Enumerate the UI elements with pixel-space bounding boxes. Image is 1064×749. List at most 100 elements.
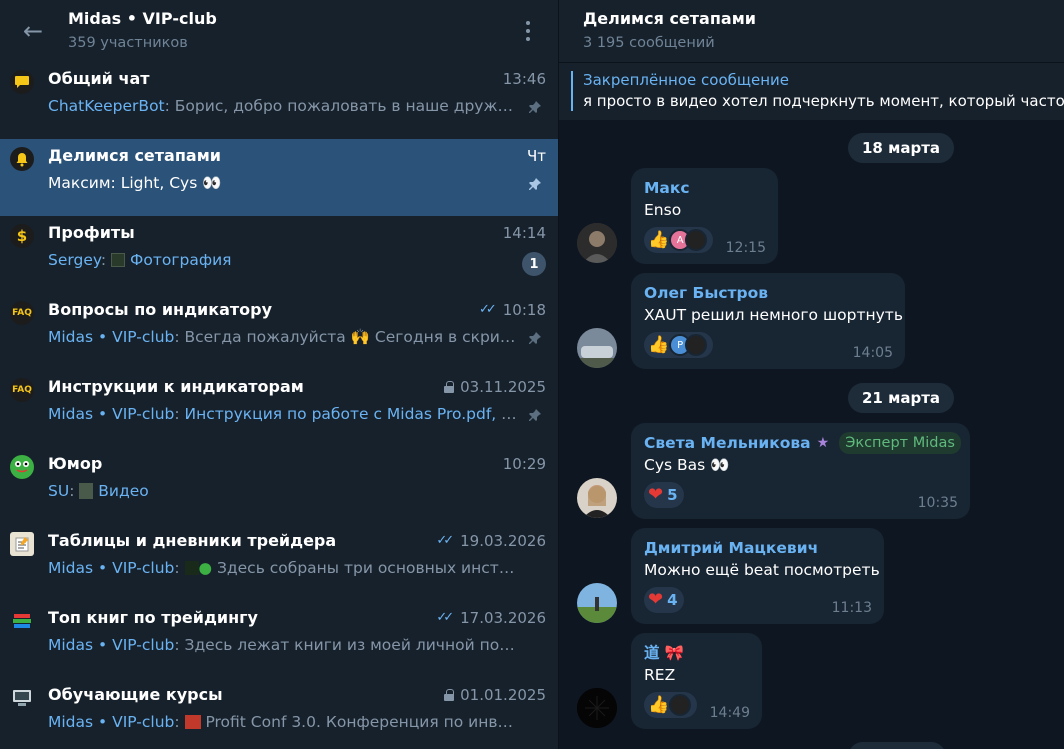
- chat-header[interactable]: Делимся сетапами 3 195 сообщений: [559, 0, 1064, 62]
- memo-icon: [10, 532, 34, 556]
- read-checks-icon: ✓✓: [478, 302, 497, 317]
- group-header: ← Midas • VIP-club 359 участников: [0, 0, 558, 62]
- pinned-message-bar[interactable]: Закреплённое сообщение я просто в видео …: [559, 62, 1064, 120]
- topic-item-indicator-questions[interactable]: FAQ Вопросы по индикатору ✓✓ 10:18 Midas …: [0, 293, 558, 370]
- message-bubble[interactable]: 道 🎀 REZ 👍 14:49: [631, 633, 762, 729]
- message-time: 14:49: [709, 705, 750, 721]
- date-separator: 18 марта: [848, 133, 955, 163]
- thumbs-up-icon: 👍: [648, 695, 670, 715]
- chat-panel: Делимся сетапами 3 195 сообщений Закрепл…: [559, 0, 1064, 749]
- topic-item-general[interactable]: Общий чат 13:46 ChatKeeperBot: Борис, до…: [0, 62, 558, 139]
- lock-icon: [444, 381, 455, 393]
- pinned-message-text: я просто в видео хотел подчеркнуть момен…: [583, 92, 1064, 110]
- reaction-count: 4: [667, 591, 678, 609]
- heart-icon: ❤: [648, 589, 664, 610]
- avatar[interactable]: [577, 478, 617, 518]
- avatar[interactable]: [577, 223, 617, 263]
- message-author[interactable]: Олег Быстров: [644, 282, 892, 304]
- topic-name: Обучающие курсы: [48, 685, 223, 704]
- topic-time: ✓✓ 17.03.2026: [436, 609, 546, 627]
- topic-preview: Максим: Light, Cys 👀: [48, 174, 222, 192]
- message-bubble[interactable]: Дмитрий Мацкевич Можно ещё beat посмотре…: [631, 528, 884, 624]
- topic-item-humor[interactable]: Юмор 10:29 SU: Видео: [0, 447, 558, 524]
- read-checks-icon: ✓✓: [436, 610, 454, 625]
- faq-icon: FAQ: [10, 301, 34, 325]
- premium-star-icon: ★: [816, 435, 830, 451]
- pin-icon: [528, 408, 542, 422]
- topic-time: 13:46: [502, 70, 546, 88]
- topic-item-tables[interactable]: Таблицы и дневники трейдера ✓✓ 19.03.2026…: [0, 524, 558, 601]
- message-bubble[interactable]: Света Мельникова ★ Эксперт Midas Cys Bas…: [631, 423, 970, 519]
- app-window: ← Midas • VIP-club 359 участников Общий …: [0, 0, 1064, 749]
- reaction-pill[interactable]: 👍 P: [644, 332, 714, 358]
- topic-time: ✓✓ 10:18: [478, 301, 546, 319]
- avatar[interactable]: [577, 688, 617, 728]
- topic-preview: Midas • VIP-club: Инструкция по работе с…: [48, 405, 518, 423]
- topic-preview: Midas • VIP-club: Всегда пожалуйста 🙌 Се…: [48, 328, 518, 346]
- thumbs-up-icon: 👍: [648, 230, 670, 250]
- reaction-bar[interactable]: ❤ 5: [644, 482, 957, 508]
- topic-time: 03.11.2025: [444, 377, 546, 397]
- message-time: 11:13: [831, 600, 872, 616]
- topic-time: 14:14: [502, 224, 546, 242]
- group-title: Midas • VIP-club: [68, 9, 217, 28]
- message-author[interactable]: Макс: [644, 177, 765, 199]
- message-time: 10:35: [917, 495, 958, 511]
- topic-time: ✓✓ 19.03.2026: [436, 532, 546, 550]
- avatar[interactable]: [577, 328, 617, 368]
- calendar-emoji-icon: [184, 715, 201, 729]
- topic-time: 01.01.2025: [444, 685, 546, 705]
- heart-icon: ❤: [648, 484, 664, 505]
- bell-icon: [10, 147, 34, 171]
- topic-preview: Sergey: Фотография: [48, 251, 232, 269]
- topic-name: Вопросы по индикатору: [48, 300, 273, 319]
- pin-icon: [528, 331, 542, 345]
- reaction-pill[interactable]: ❤ 4: [644, 587, 684, 613]
- topic-item-courses[interactable]: Обучающие курсы 01.01.2025 Midas • VIP-c…: [0, 678, 558, 749]
- message-time: 12:15: [725, 240, 766, 256]
- group-member-count: 359 участников: [68, 35, 188, 51]
- faq-icon: FAQ: [10, 378, 34, 402]
- topic-item-indicator-instructions[interactable]: FAQ Инструкции к индикаторам 03.11.2025 …: [0, 370, 558, 447]
- date-separator-partial: [848, 742, 946, 749]
- reaction-pill[interactable]: ❤ 5: [644, 482, 684, 508]
- topic-name: Топ книг по трейдингу: [48, 608, 258, 627]
- message-author[interactable]: 道 🎀: [644, 642, 749, 664]
- expert-badge: Эксперт Midas: [839, 432, 961, 454]
- message-bubble[interactable]: Олег Быстров XAUT решил немного шортнуть…: [631, 273, 905, 369]
- more-menu-icon[interactable]: [520, 18, 536, 44]
- topic-name: Юмор: [48, 454, 103, 473]
- message-text: Cys Bas 👀: [644, 456, 730, 474]
- message-author[interactable]: Света Мельникова ★ Эксперт Midas: [644, 432, 961, 454]
- message-author[interactable]: Дмитрий Мацкевич: [644, 537, 871, 559]
- reaction-pill[interactable]: 👍 A: [644, 227, 714, 253]
- pin-icon: [528, 177, 542, 191]
- topic-time: 10:29: [502, 455, 546, 473]
- back-arrow-icon[interactable]: ←: [20, 17, 46, 45]
- thumbs-up-icon: 👍: [648, 335, 670, 355]
- message-text: XAUT решил немного шортнуть: [644, 306, 903, 324]
- reactor-avatar: [669, 694, 692, 716]
- reactor-avatar: [685, 229, 708, 251]
- message-text: REZ: [644, 666, 676, 684]
- read-checks-icon: ✓✓: [436, 533, 454, 548]
- topic-preview: Midas • VIP-club: Здесь лежат книги из м…: [48, 636, 518, 654]
- topic-item-profits[interactable]: $ Профиты 14:14 Sergey: Фотография 1: [0, 216, 558, 293]
- avatar[interactable]: [577, 583, 617, 623]
- message-text: Enso: [644, 201, 682, 219]
- topic-preview: SU: Видео: [48, 482, 149, 500]
- topic-name: Профиты: [48, 223, 135, 242]
- date-separator: 21 марта: [848, 383, 955, 413]
- video-thumbnail-icon: [79, 483, 94, 499]
- topic-item-books[interactable]: Топ книг по трейдингу ✓✓ 17.03.2026 Midas…: [0, 601, 558, 678]
- topic-preview: Midas • VIP-club: Profit Conf 3.0. Конфе…: [48, 713, 518, 731]
- topic-item-setups[interactable]: Делимся сетапами Чт Максим: Light, Cys 👀: [0, 139, 558, 216]
- speech-bubble-icon: [10, 70, 34, 94]
- computer-icon: [10, 686, 34, 710]
- reaction-pill[interactable]: 👍: [644, 692, 698, 718]
- topic-name: Таблицы и дневники трейдера: [48, 531, 337, 550]
- message-bubble[interactable]: Макс Enso 👍 A 12:15: [631, 168, 778, 264]
- pin-icon: [528, 100, 542, 114]
- pinned-message-title: Закреплённое сообщение: [583, 71, 790, 89]
- lock-icon: [444, 689, 455, 701]
